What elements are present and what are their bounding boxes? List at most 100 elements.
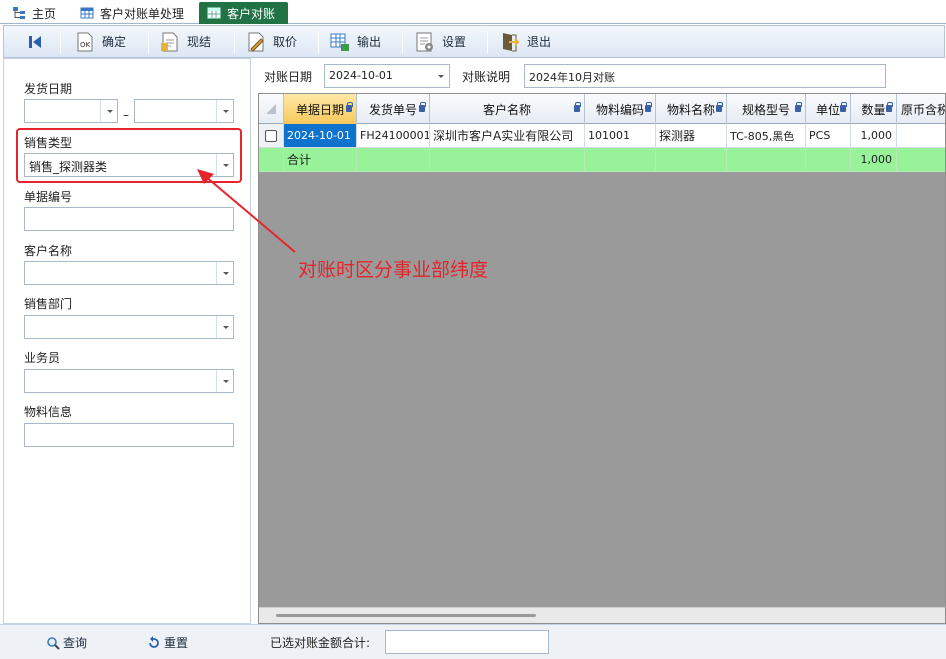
exit-door-icon	[499, 31, 521, 53]
col-header-original-amount[interactable]: 原币含税	[897, 94, 946, 124]
lock-icon	[795, 102, 802, 112]
fetch-price-button[interactable]: 取价	[245, 26, 297, 57]
chevron-down-icon[interactable]	[432, 65, 449, 87]
lock-icon	[419, 102, 426, 112]
confirm-button[interactable]: OK 确定	[74, 26, 126, 57]
svg-text:OK: OK	[80, 41, 91, 49]
col-header-spec[interactable]: 规格型号	[727, 94, 806, 124]
tab-label: 客户对账	[227, 6, 276, 21]
chevron-down-icon[interactable]	[216, 262, 233, 284]
col-label: 客户名称	[482, 102, 531, 117]
fetch-price-label: 取价	[273, 35, 298, 49]
lock-icon	[346, 102, 353, 112]
undo-icon	[147, 635, 161, 650]
settings-button[interactable]: 设置	[414, 26, 466, 57]
reset-button[interactable]: 重置	[147, 634, 188, 651]
col-header-customer[interactable]: 客户名称	[430, 94, 585, 124]
grid-corner[interactable]	[259, 94, 284, 124]
total-cell	[357, 148, 430, 172]
date-range-separator: –	[123, 108, 129, 122]
tab-bar: 主页 客户对账单处理 客户对账	[0, 0, 946, 24]
col-header-material-name[interactable]: 物料名称	[656, 94, 727, 124]
exit-button[interactable]: 退出	[499, 26, 551, 57]
toolbar: OK 确定 现结 取价 输出 设置 退出	[3, 25, 945, 58]
col-header-material-code[interactable]: 物料编码	[585, 94, 656, 124]
col-header-qty[interactable]: 数量	[851, 94, 897, 124]
col-header-unit[interactable]: 单位	[806, 94, 851, 124]
query-button[interactable]: 查询	[46, 634, 87, 651]
exit-label: 退出	[527, 35, 552, 49]
sales-dept-label: 销售部门	[24, 297, 73, 311]
reconcile-desc-input[interactable]: 2024年10月对账	[524, 64, 886, 88]
cell-material-code[interactable]: 101001	[585, 124, 656, 148]
cell-doc-date[interactable]: 2024-10-01	[284, 124, 357, 148]
cell-customer[interactable]: 深圳市客户A实业有限公司	[430, 124, 585, 148]
home-tree-icon	[12, 6, 26, 20]
chevron-down-icon[interactable]	[216, 370, 233, 392]
row-checkbox[interactable]	[265, 129, 277, 142]
cell-spec[interactable]: TC-805,黑色	[727, 124, 806, 148]
search-icon	[46, 636, 60, 650]
tab-home[interactable]: 主页	[4, 2, 64, 24]
edit-document-icon	[245, 31, 267, 53]
reconcile-desc-value: 2024年10月对账	[529, 71, 615, 84]
sales-type-highlight-box	[16, 128, 242, 183]
tab-label: 客户对账单处理	[100, 6, 185, 21]
selected-total-field[interactable]	[385, 630, 549, 654]
export-button[interactable]: 输出	[329, 26, 381, 57]
col-label: 原币含税	[901, 102, 946, 117]
reconcile-date-picker[interactable]: 2024-10-01	[324, 64, 450, 88]
material-info-label: 物料信息	[24, 405, 73, 419]
annotation-text: 对账时区分事业部纬度	[298, 259, 489, 281]
tab-customer-reconciliation[interactable]: 客户对账	[199, 2, 288, 24]
cell-unit[interactable]: PCS	[806, 124, 851, 148]
total-qty: 1,000	[851, 148, 897, 172]
table-row[interactable]: 2024-10-01 FH24100001 深圳市客户A实业有限公司 10100…	[259, 124, 945, 148]
row-select-cell[interactable]	[259, 124, 284, 148]
customer-name-select[interactable]	[24, 261, 234, 285]
cell-material-name[interactable]: 探测器	[656, 124, 727, 148]
ship-date-from-picker[interactable]	[24, 99, 118, 123]
doc-number-input[interactable]	[24, 207, 234, 231]
confirm-label: 确定	[102, 35, 127, 49]
ship-date-label: 发货日期	[24, 82, 73, 96]
chevron-down-icon[interactable]	[216, 316, 233, 338]
ship-date-to-picker[interactable]	[134, 99, 234, 123]
first-record-button[interactable]	[24, 26, 46, 57]
lock-icon	[840, 102, 847, 112]
reconcile-date-label: 对账日期	[264, 70, 313, 84]
col-label: 单位	[815, 102, 840, 117]
lock-icon	[716, 102, 723, 112]
reconciliation-grid: 单据日期 发货单号 客户名称 物料编码 物料名称 规格型号 单位 数量 原币含税…	[258, 93, 946, 624]
bottom-bar: 查询 重置 已选对账金额合计:	[0, 624, 946, 659]
col-label: 物料编码	[595, 102, 644, 117]
col-header-doc-date[interactable]: 单据日期	[284, 94, 357, 124]
total-row-head	[259, 148, 284, 172]
settings-document-icon	[414, 31, 436, 53]
col-header-ship-no[interactable]: 发货单号	[357, 94, 430, 124]
tab-label: 主页	[32, 6, 57, 21]
material-info-input[interactable]	[24, 423, 234, 447]
col-label: 物料名称	[666, 102, 715, 117]
lock-icon	[886, 102, 893, 112]
col-label: 规格型号	[741, 102, 790, 117]
settle-button[interactable]: 现结	[159, 26, 211, 57]
reset-label: 重置	[164, 636, 189, 650]
sales-dept-select[interactable]	[24, 315, 234, 339]
cell-qty[interactable]: 1,000	[851, 124, 897, 148]
export-grid-icon	[329, 31, 351, 53]
chevron-down-icon[interactable]	[216, 100, 233, 122]
selected-total-label: 已选对账金额合计:	[270, 636, 371, 650]
col-label: 单据日期	[295, 102, 344, 117]
cell-ship-no[interactable]: FH24100001	[357, 124, 430, 148]
reconcile-date-value: 2024-10-01	[329, 69, 393, 82]
tab-customer-statement-processing[interactable]: 客户对账单处理	[72, 2, 192, 24]
horizontal-scrollbar[interactable]	[259, 607, 945, 623]
chevron-down-icon[interactable]	[100, 100, 117, 122]
total-cell	[806, 148, 851, 172]
total-row: 合计 1,000	[259, 148, 945, 172]
cell-original-amount[interactable]	[897, 124, 945, 148]
scrollbar-thumb[interactable]	[276, 614, 536, 617]
salesman-select[interactable]	[24, 369, 234, 393]
doc-number-label: 单据编号	[24, 190, 73, 204]
